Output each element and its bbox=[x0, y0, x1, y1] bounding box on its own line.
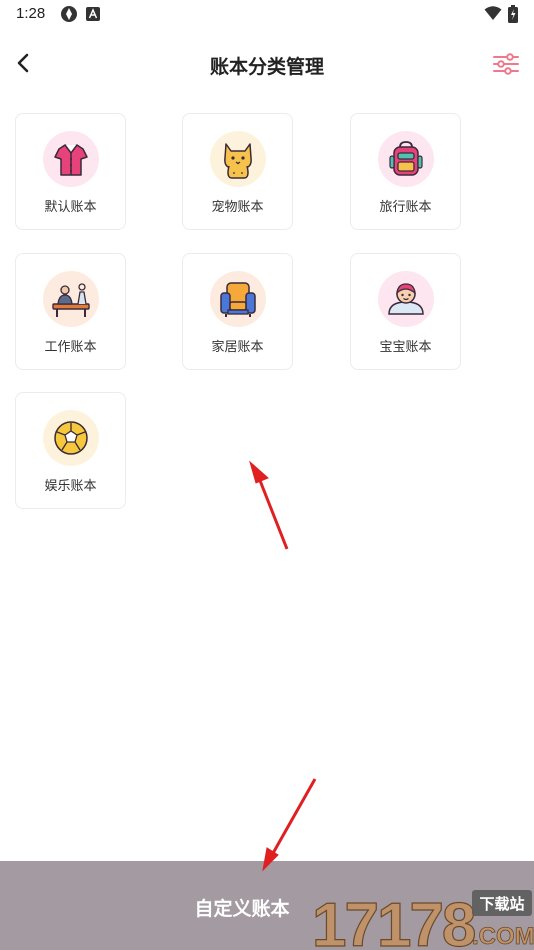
category-label: 默认账本 bbox=[44, 199, 97, 214]
armchair-icon bbox=[210, 271, 266, 327]
header: 账本分类管理 bbox=[0, 40, 534, 86]
category-card-entertainment[interactable]: 娱乐账本 bbox=[15, 392, 126, 509]
watermark-logo: 17178 下载站 .COM bbox=[311, 884, 534, 950]
category-card-travel[interactable]: 旅行账本 bbox=[350, 113, 461, 230]
category-card-baby[interactable]: 宝宝账本 bbox=[350, 253, 461, 370]
wifi-icon bbox=[484, 5, 502, 26]
category-card-default[interactable]: 默认账本 bbox=[15, 113, 126, 230]
status-bar: 1:28 bbox=[0, 0, 534, 28]
category-label: 宠物账本 bbox=[211, 199, 264, 214]
status-time: 1:28 bbox=[16, 5, 46, 22]
settings-button[interactable] bbox=[490, 50, 522, 78]
category-card-pet[interactable]: 宠物账本 bbox=[182, 113, 293, 230]
baby-icon bbox=[378, 271, 434, 327]
backpack-icon bbox=[378, 131, 434, 187]
svg-text:17178: 17178 bbox=[312, 891, 475, 950]
category-label: 工作账本 bbox=[44, 339, 97, 354]
svg-text:.COM: .COM bbox=[472, 923, 534, 950]
category-label: 家居账本 bbox=[211, 339, 264, 354]
category-label: 娱乐账本 bbox=[44, 478, 97, 493]
battery-icon bbox=[508, 5, 518, 28]
category-label: 宝宝账本 bbox=[379, 339, 432, 354]
arrow-lower bbox=[262, 778, 317, 872]
category-card-home[interactable]: 家居账本 bbox=[182, 253, 293, 370]
category-card-work[interactable]: 工作账本 bbox=[15, 253, 126, 370]
cat-icon bbox=[210, 131, 266, 187]
svg-text:下载站: 下载站 bbox=[479, 895, 524, 913]
app-icon bbox=[60, 5, 78, 28]
page-title: 账本分类管理 bbox=[209, 57, 324, 78]
category-label: 旅行账本 bbox=[379, 199, 432, 214]
desk-icon bbox=[43, 271, 99, 327]
sliders-icon bbox=[493, 53, 519, 75]
a-icon bbox=[86, 7, 100, 26]
arrow-upper bbox=[249, 460, 289, 550]
ball-icon bbox=[43, 410, 99, 466]
shirt-icon bbox=[43, 131, 99, 187]
